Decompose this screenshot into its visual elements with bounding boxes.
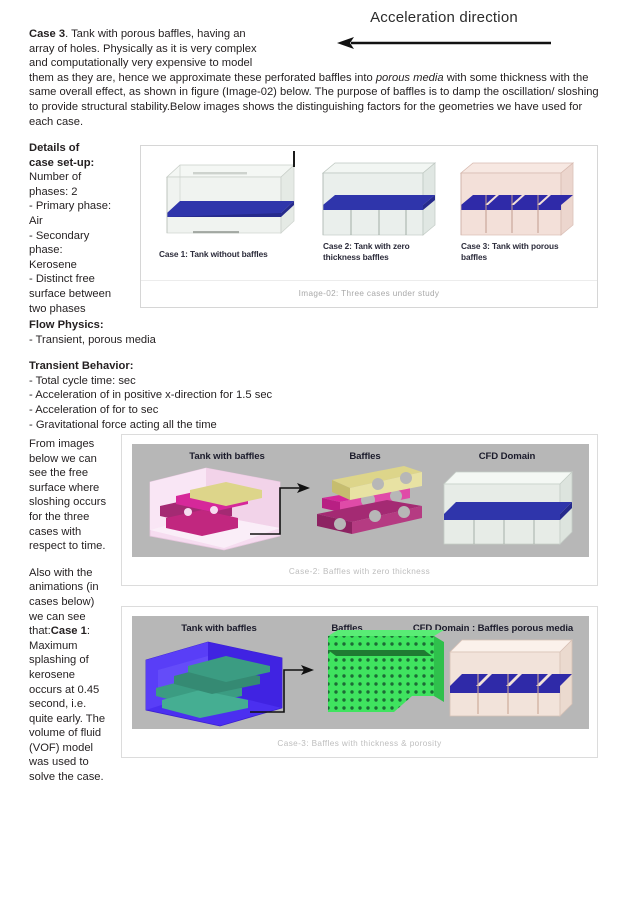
case3-porous-baffle-graphic	[328, 630, 444, 712]
case3-caption: Case-3: Baffles with thickness & porosit…	[277, 739, 442, 748]
case2-cfd-domain-graphic	[443, 471, 573, 545]
acceleration-direction-label: Acceleration direction	[370, 9, 518, 26]
narrative-paragraph-2: Also with the animations (in cases below…	[29, 566, 119, 785]
intro-line-3: and computationally very expensive to mo…	[29, 57, 253, 70]
image02-caption: Image-02: Three cases under study	[298, 289, 440, 298]
intro-line-2: array of holes. Physically as it is very…	[29, 42, 257, 55]
tank-case-2-label: Case 2: Tank with zero thickness baffles	[323, 241, 410, 262]
tank-case-3-graphic	[459, 162, 575, 236]
tank-case-1-graphic	[165, 164, 296, 234]
case2-baffles-graphic	[317, 466, 422, 534]
case2-graphic	[149, 466, 573, 551]
figure-case-2: Tank with baffles Baffles CFD Domain Cas…	[121, 434, 598, 586]
image02-plate: Case 1: Tank without baffles Case 2: Tan…	[147, 151, 591, 274]
case3-graphic	[145, 630, 573, 727]
figure-image-02: Case 1: Tank without baffles Case 2: Tan…	[140, 145, 598, 308]
narrative-para2-post: : Maximum splashing of kerosene occurs a…	[29, 625, 106, 784]
case3-canvas: Tank with baffles Baffles CFD Domain : B…	[132, 616, 589, 729]
transient-behavior-heading: Transient Behavior:	[29, 360, 134, 373]
intro-line-4b: with some thickness with the	[443, 71, 589, 84]
details-heading: Details of case set-up:	[29, 142, 95, 169]
case2-caption: Case-2: Baffles with zero thickness	[288, 567, 431, 576]
tank-case-2-graphic	[321, 162, 437, 236]
case3-cfd-domain-graphic	[449, 639, 573, 717]
tank-case-3: Case 3: Tank with porous baffles	[451, 155, 581, 262]
tank-case-1-label: Case 1: Tank without baffles	[159, 249, 268, 259]
tank-case-1: Case 1: Tank without baffles	[153, 155, 301, 259]
tank-case-2: Case 2: Tank with zero thickness baffles	[313, 155, 443, 262]
image02-caption-rule	[141, 280, 597, 281]
case2-canvas: Tank with baffles Baffles CFD Domain	[132, 444, 589, 557]
flow-physics-heading: Flow Physics:	[29, 319, 104, 331]
porous-media-italic: porous media	[375, 71, 444, 84]
narrative-paragraph-1: From images below we can see the free su…	[29, 438, 107, 553]
physics-column: Flow Physics: - Transient, porous media …	[29, 318, 349, 432]
intro-paragraph: Case 3. Tank with porous baffles, having…	[29, 27, 609, 129]
case3-tank-graphic	[145, 641, 283, 727]
transient-behavior-body: - Total cycle time: sec - Acceleration o…	[29, 374, 273, 431]
case2-tank-graphic	[149, 467, 281, 551]
intro-line-4: them as they are, hence we approximate t…	[29, 71, 609, 86]
case3-bold-label: Case 3	[29, 28, 66, 40]
intro-line-6: to provide structural stability.Below im…	[29, 100, 583, 113]
intro-line-1: Case 3. Tank with porous baffles, having…	[29, 27, 291, 42]
details-column: Details of case set-up: Number of phases…	[29, 141, 126, 316]
case1-bold-label: Case 1	[50, 625, 87, 638]
narrative-column: From images below we can see the free su…	[29, 437, 119, 785]
intro-line-1-rest: . Tank with porous baffles, having an	[65, 28, 246, 40]
tank-case-3-label: Case 3: Tank with porous baffles	[461, 241, 559, 262]
intro-line-5: same overall effect, as shown in figure …	[29, 86, 599, 99]
intro-line-4a: them as they are, hence we approximate t…	[29, 71, 376, 84]
intro-line-7: each case.	[29, 115, 84, 128]
flow-physics-body: - Transient, porous media	[29, 333, 156, 346]
figure-case-3: Tank with baffles Baffles CFD Domain : B…	[121, 606, 598, 758]
tick-mark-icon	[293, 151, 295, 167]
details-body: Number of phases: 2 - Primary phase: Air…	[29, 171, 112, 315]
